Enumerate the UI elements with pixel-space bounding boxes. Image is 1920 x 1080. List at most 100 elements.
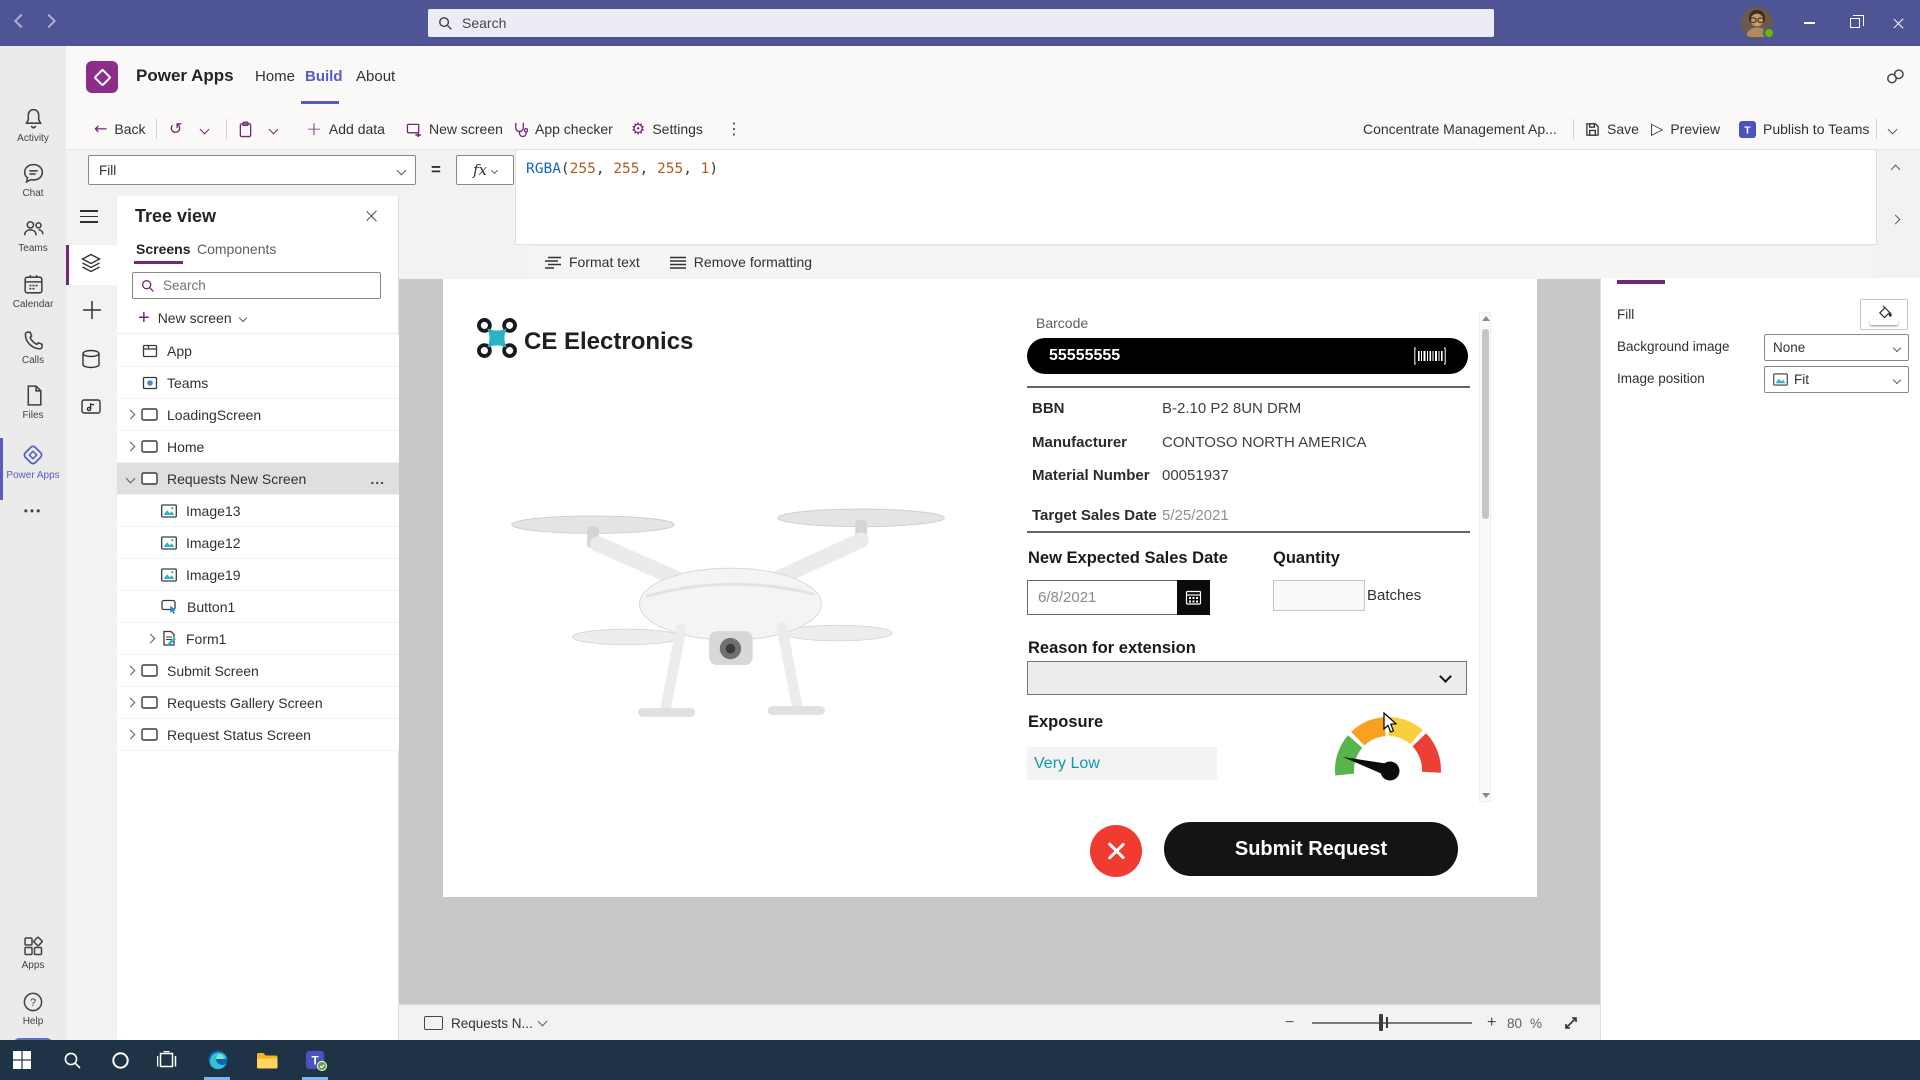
sidebar-item-apps[interactable]: Apps: [0, 934, 66, 971]
close-button[interactable]: [1876, 0, 1920, 46]
tree-view-rail-button[interactable]: [80, 252, 102, 274]
tree-item-form1[interactable]: Form1: [117, 623, 399, 655]
toolbar-overflow-chevron[interactable]: [1889, 108, 1896, 150]
tree-search-input[interactable]: [163, 278, 353, 293]
tab-screens[interactable]: Screens: [136, 241, 190, 257]
app-checker-button[interactable]: App checker: [512, 108, 613, 150]
zoom-out-button[interactable]: −: [1285, 1014, 1294, 1032]
file-explorer-button[interactable]: [255, 1048, 279, 1072]
undo-button[interactable]: ↺: [169, 108, 182, 150]
chevron-right-icon[interactable]: [126, 442, 136, 452]
paste-menu-button[interactable]: [270, 108, 277, 150]
fill-color-button[interactable]: [1860, 299, 1908, 330]
submit-request-button[interactable]: Submit Request: [1164, 822, 1458, 876]
tab-components[interactable]: Components: [197, 241, 276, 257]
sidebar-item-teams[interactable]: Teams: [0, 216, 66, 254]
tree-item-submit-screen[interactable]: Submit Screen: [117, 655, 399, 687]
new-screen-tree-button[interactable]: + New screen: [138, 308, 246, 328]
back-button[interactable]: ←Back: [94, 108, 146, 150]
chevron-right-icon[interactable]: [126, 410, 136, 420]
sidebar-item-activity[interactable]: Activity: [0, 106, 66, 144]
start-button[interactable]: [10, 1048, 34, 1072]
tree-item-image19[interactable]: Image19: [117, 559, 399, 591]
tab-home[interactable]: Home: [255, 68, 295, 85]
cortana-button[interactable]: [108, 1048, 132, 1072]
tree-item-app[interactable]: App: [117, 335, 399, 367]
tree-item-requests-gallery-screen[interactable]: Requests Gallery Screen: [117, 687, 399, 719]
data-rail-button[interactable]: [80, 348, 102, 370]
chevron-right-icon[interactable]: [126, 730, 136, 740]
format-text-button[interactable]: Format text: [569, 254, 640, 270]
zoom-in-button[interactable]: +: [1487, 1014, 1496, 1032]
app-canvas[interactable]: CE Electronics Barcode: [443, 279, 1537, 897]
fit-to-window-icon[interactable]: [1562, 1014, 1580, 1032]
tree-item-image12[interactable]: Image12: [117, 527, 399, 559]
add-data-button[interactable]: +Add data: [306, 108, 385, 150]
expand-panel-icon[interactable]: [1891, 215, 1901, 225]
reason-dropdown[interactable]: [1027, 661, 1467, 695]
restore-button[interactable]: [1833, 0, 1877, 46]
collapse-formula-bar-icon[interactable]: [1891, 165, 1901, 175]
minimize-button[interactable]: [1787, 0, 1831, 46]
new-screen-button[interactable]: New screen: [406, 108, 503, 150]
chevron-right-icon[interactable]: [126, 698, 136, 708]
image-position-dropdown[interactable]: Fit: [1764, 366, 1909, 393]
zoom-slider-handle[interactable]: [1379, 1014, 1383, 1031]
toolbar-more-button[interactable]: ⋮: [726, 108, 742, 150]
collapse-rail-button[interactable]: [80, 206, 102, 227]
nav-forward-icon[interactable]: [42, 14, 56, 28]
date-picker-button[interactable]: [1177, 580, 1210, 615]
form-scrollbar[interactable]: [1479, 312, 1491, 802]
chevron-right-icon[interactable]: [126, 666, 136, 676]
tab-about[interactable]: About: [356, 68, 395, 85]
item-more-button[interactable]: ...: [370, 471, 385, 487]
edge-browser-button[interactable]: [206, 1048, 230, 1072]
taskbar-search-button[interactable]: [60, 1048, 84, 1072]
teams-taskbar-button[interactable]: T: [304, 1048, 328, 1072]
insert-rail-button[interactable]: [82, 300, 104, 320]
sidebar-item-power-apps[interactable]: Power Apps: [0, 442, 66, 481]
chevron-right-icon[interactable]: [146, 634, 156, 644]
preview-button[interactable]: ▷Preview: [1651, 108, 1720, 150]
background-image-dropdown[interactable]: None: [1764, 334, 1909, 361]
screen-selector[interactable]: Requests N...: [451, 1016, 533, 1031]
chevron-down-icon[interactable]: [538, 1017, 548, 1027]
remove-formatting-button[interactable]: Remove formatting: [694, 254, 812, 270]
chevron-down-icon[interactable]: [126, 474, 136, 484]
tree-item-home[interactable]: Home: [117, 431, 399, 463]
share-link-icon[interactable]: [1886, 69, 1905, 84]
sidebar-item-calendar[interactable]: Calendar: [0, 272, 66, 310]
sidebar-more-button[interactable]: •••: [0, 504, 66, 518]
tree-item-request-status-screen[interactable]: Request Status Screen: [117, 719, 399, 751]
tree-search-box[interactable]: [132, 272, 381, 299]
tree-item-loadingscreen[interactable]: LoadingScreen: [117, 399, 399, 431]
tab-build[interactable]: Build: [305, 68, 343, 85]
barcode-input[interactable]: 55555555: [1027, 338, 1468, 374]
task-view-button[interactable]: [155, 1048, 179, 1072]
paste-button[interactable]: [238, 108, 253, 150]
tree-item-requests-new-screen[interactable]: Requests New Screen ...: [117, 463, 399, 495]
property-selector-dropdown[interactable]: Fill: [88, 155, 416, 185]
teams-search-input[interactable]: [462, 15, 1362, 31]
settings-button[interactable]: ⚙Settings: [631, 108, 703, 150]
zoom-slider-track[interactable]: [1312, 1022, 1472, 1024]
sidebar-item-calls[interactable]: Calls: [0, 328, 66, 366]
undo-menu-button[interactable]: [201, 108, 208, 150]
media-rail-button[interactable]: [80, 396, 102, 418]
cancel-button[interactable]: [1090, 825, 1142, 877]
tree-item-button1[interactable]: Button1: [117, 591, 399, 623]
quantity-input[interactable]: [1273, 580, 1365, 611]
teams-search-box[interactable]: [428, 9, 1494, 37]
fx-dropdown[interactable]: fx: [456, 155, 514, 185]
nav-back-icon[interactable]: [14, 14, 28, 28]
sidebar-item-files[interactable]: Files: [0, 383, 66, 421]
scroll-up-icon[interactable]: [1482, 316, 1490, 321]
formula-editor[interactable]: RGBA(255, 255, 255, 1): [515, 149, 1877, 245]
sidebar-item-help[interactable]: ? Help: [0, 990, 66, 1027]
scroll-down-icon[interactable]: [1482, 793, 1490, 798]
tree-item-teams[interactable]: Teams: [117, 367, 399, 399]
save-button[interactable]: Save: [1585, 108, 1639, 150]
publish-to-teams-button[interactable]: T Publish to Teams: [1739, 108, 1869, 150]
tree-item-image13[interactable]: Image13: [117, 495, 399, 527]
sidebar-item-chat[interactable]: Chat: [0, 161, 66, 199]
